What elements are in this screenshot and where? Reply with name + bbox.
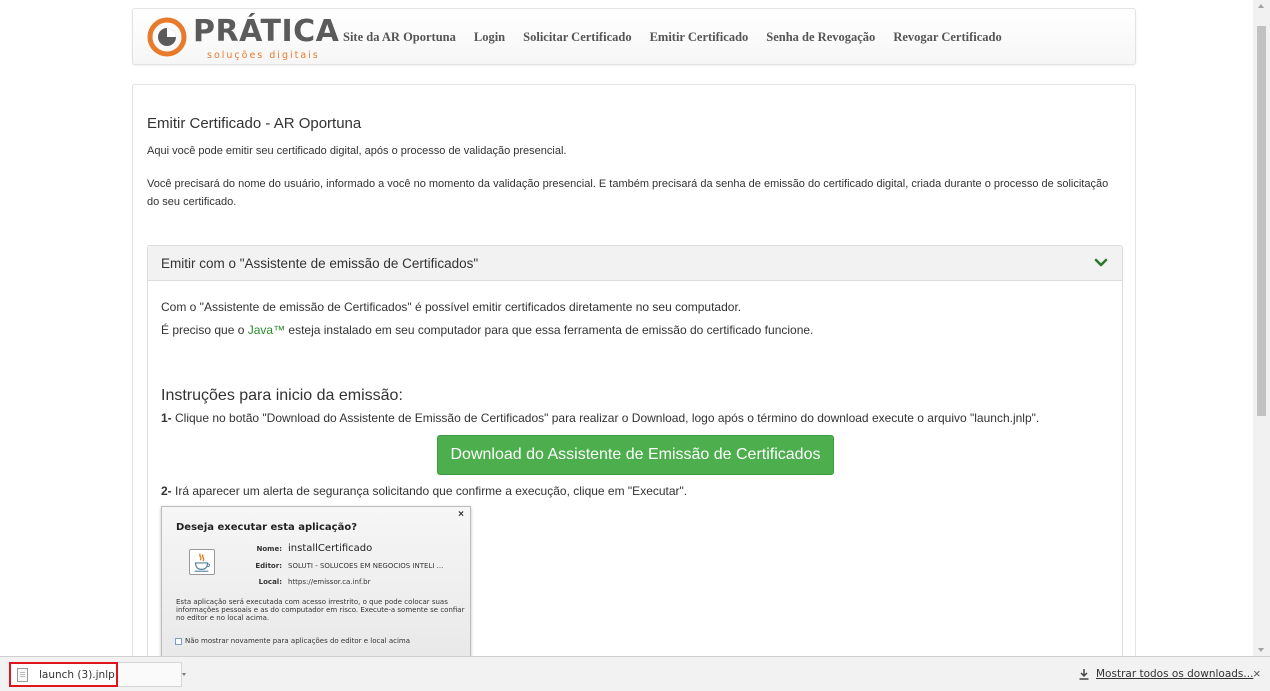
pratica-logo-icon bbox=[147, 17, 187, 57]
dialog-name-value: installCertificado bbox=[288, 543, 373, 554]
close-icon[interactable]: × bbox=[1253, 666, 1261, 681]
nav-link-site-ar[interactable]: Site da AR Oportuna bbox=[343, 30, 456, 45]
java-cup-icon bbox=[189, 549, 215, 575]
java-security-dialog-image: × Deseja executar esta aplicação? Nome: i… bbox=[161, 506, 471, 666]
download-item[interactable]: launch (3).jnlp bbox=[9, 662, 118, 687]
java-requirement: É preciso que o Java™ esteja instalado e… bbox=[161, 323, 813, 337]
show-all-downloads-link[interactable]: Mostrar todos os downloads... bbox=[1078, 668, 1253, 680]
scroll-thumb[interactable] bbox=[1257, 26, 1266, 416]
brand-name: PRÁTICA bbox=[193, 14, 340, 49]
chevron-down-icon bbox=[1094, 258, 1108, 267]
dialog-editor-row: Editor: SOLUTI - SOLUCOES EM NEGOCIOS INT… bbox=[242, 562, 443, 570]
java-link[interactable]: Java™ bbox=[248, 323, 285, 337]
nav-link-senha-revogacao[interactable]: Senha de Revogação bbox=[766, 30, 875, 45]
step-2: 2- Irá aparecer um alerta de segurança s… bbox=[161, 484, 687, 498]
nav-link-emitir[interactable]: Emitir Certificado bbox=[650, 30, 749, 45]
nav-links: Site da AR Oportuna Login Solicitar Cert… bbox=[343, 9, 1020, 66]
step-1-number: 1- bbox=[161, 411, 172, 425]
dialog-local-row: Local: https://emissor.ca.inf.br bbox=[242, 578, 371, 586]
file-icon bbox=[17, 668, 28, 682]
nav-link-solicitar[interactable]: Solicitar Certificado bbox=[523, 30, 631, 45]
show-all-downloads-label: Mostrar todos os downloads... bbox=[1096, 668, 1254, 680]
scroll-down-icon[interactable] bbox=[1258, 648, 1264, 652]
dialog-name-label: Nome: bbox=[256, 545, 282, 553]
download-arrow-icon bbox=[1079, 669, 1089, 680]
page-title: Emitir Certificado - AR Oportuna bbox=[147, 115, 362, 132]
dialog-editor-label: Editor: bbox=[255, 562, 282, 570]
intro-text: Aqui você pode emitir seu certificado di… bbox=[147, 145, 567, 157]
page-scrollbar[interactable] bbox=[1253, 0, 1270, 656]
java-requirement-prefix: É preciso que o bbox=[161, 323, 248, 337]
step-2-text: Irá aparecer um alerta de segurança soli… bbox=[171, 484, 688, 498]
accordion-header[interactable]: Emitir com o "Assistente de emissão de C… bbox=[148, 246, 1122, 281]
dialog-local-value: https://emissor.ca.inf.br bbox=[288, 578, 371, 586]
step-1-text: Clique no botão "Download do Assistente … bbox=[171, 411, 1040, 425]
brand-tagline: soluções digitais bbox=[207, 50, 320, 61]
step-1: 1- Clique no botão "Download do Assisten… bbox=[161, 411, 1039, 425]
chevron-down-icon bbox=[182, 673, 186, 676]
nav-link-login[interactable]: Login bbox=[474, 30, 505, 45]
download-item-menu[interactable] bbox=[118, 662, 186, 687]
instructions-title: Instruções para inicio da emissão: bbox=[161, 387, 403, 404]
assistant-description: Com o "Assistente de emissão de Certific… bbox=[161, 300, 742, 314]
accordion-panel: Emitir com o "Assistente de emissão de C… bbox=[147, 245, 1123, 691]
dialog-title: Deseja executar esta aplicação? bbox=[176, 522, 358, 533]
top-navbar: PRÁTICA soluções digitais Site da AR Opo… bbox=[132, 8, 1136, 65]
requirements-text: Você precisará do nome do usuário, infor… bbox=[147, 178, 1109, 208]
dialog-checkbox bbox=[175, 637, 182, 645]
step-2-number: 2- bbox=[161, 484, 172, 498]
dialog-checkbox-label: Não mostrar novamente para aplicações do… bbox=[185, 637, 411, 645]
dialog-warning-text: Esta aplicação será executada com acesso… bbox=[176, 598, 465, 622]
dialog-name-row: Nome: installCertificado bbox=[242, 543, 372, 554]
pratica-logo[interactable]: PRÁTICA soluções digitais bbox=[147, 13, 340, 63]
download-assistant-button[interactable]: Download do Assistente de Emissão de Cer… bbox=[437, 435, 834, 475]
dialog-checkbox-row: Não mostrar novamente para aplicações do… bbox=[175, 637, 410, 645]
dialog-local-label: Local: bbox=[258, 578, 282, 586]
nav-link-revogar[interactable]: Revogar Certificado bbox=[893, 30, 1001, 45]
java-requirement-suffix: esteja instalado em seu computador para … bbox=[285, 323, 814, 337]
main-card: Emitir Certificado - AR Oportuna Aqui vo… bbox=[132, 84, 1136, 691]
scroll-up-icon[interactable] bbox=[1258, 4, 1264, 8]
downloads-shelf: launch (3).jnlp Mostrar todos os downloa… bbox=[0, 656, 1270, 691]
dialog-editor-value: SOLUTI - SOLUCOES EM NEGOCIOS INTELI ... bbox=[288, 562, 444, 570]
dialog-close-icon: × bbox=[458, 509, 464, 520]
download-file-name: launch (3).jnlp bbox=[39, 669, 115, 681]
accordion-title: Emitir com o "Assistente de emissão de C… bbox=[161, 256, 479, 271]
